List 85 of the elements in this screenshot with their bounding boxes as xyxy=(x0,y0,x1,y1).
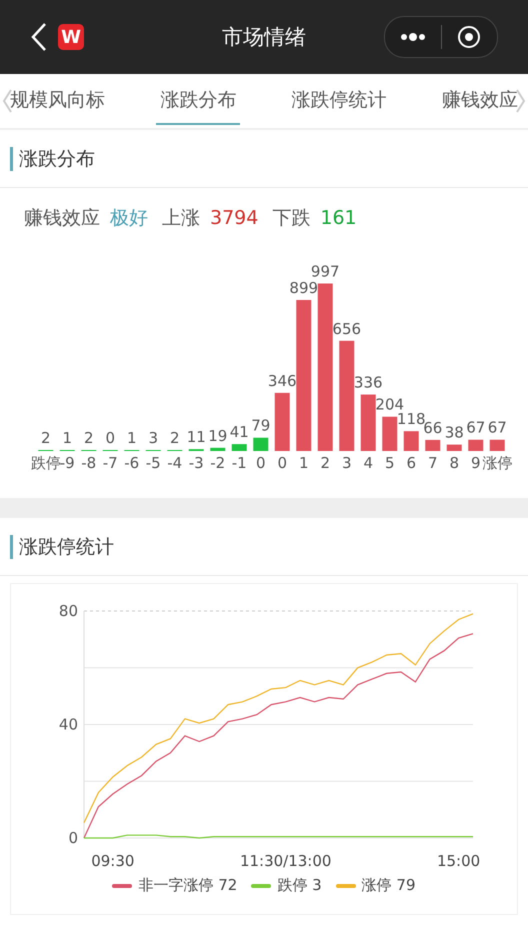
category-label: -6 xyxy=(124,454,140,472)
bar xyxy=(360,394,376,451)
x-tick-label: 15:00 xyxy=(436,852,480,870)
bar xyxy=(210,448,226,451)
category-label: 5 xyxy=(384,454,395,472)
legend-label: 非一字涨停 72 xyxy=(138,876,238,895)
legend-label: 跌停 3 xyxy=(277,876,322,895)
category-label: 8 xyxy=(449,454,460,472)
summary-value: 161 xyxy=(320,207,357,229)
bar-value: 656 xyxy=(332,320,362,338)
category-label: -8 xyxy=(81,454,96,472)
more-icon[interactable] xyxy=(400,32,426,42)
category-label: 0 xyxy=(277,454,288,472)
bar xyxy=(446,444,462,451)
category-label: 涨停 xyxy=(482,454,512,472)
bar-value: 1 xyxy=(62,429,72,447)
legend-swatch xyxy=(336,884,356,888)
bar-value: 997 xyxy=(310,262,340,280)
bar-value: 899 xyxy=(289,278,318,297)
summary-label: 赚钱效应 xyxy=(24,206,100,231)
bar xyxy=(232,444,247,451)
bar-value: 79 xyxy=(251,416,270,435)
tab[interactable]: 规模风向标 xyxy=(6,77,109,125)
category-label: 0 xyxy=(256,454,266,472)
category-label: 1 xyxy=(298,454,309,472)
bar xyxy=(382,416,398,451)
bar-value: 346 xyxy=(268,372,297,390)
bar-value: 3 xyxy=(148,429,158,447)
category-label: 9 xyxy=(470,454,481,472)
bar-value: 41 xyxy=(230,423,249,442)
category-label: -4 xyxy=(167,454,182,472)
category-label: 6 xyxy=(406,454,416,472)
category-label: -3 xyxy=(188,454,204,472)
x-tick-label: 11:30/13:00 xyxy=(240,852,332,870)
section-marker xyxy=(10,534,13,558)
bar-value: 204 xyxy=(375,396,404,414)
bar xyxy=(490,440,505,451)
back-icon[interactable] xyxy=(30,22,48,52)
y-tick-label: 0 xyxy=(68,829,78,847)
legend-swatch xyxy=(112,884,132,888)
summary-label: 上涨 xyxy=(162,206,200,231)
category-label: 2 xyxy=(320,454,330,472)
bar-value: 1 xyxy=(126,429,137,447)
category-label: 3 xyxy=(342,454,352,472)
tab[interactable]: 涨跌停统计 xyxy=(288,77,391,125)
section-title: 涨跌停统计 xyxy=(19,534,114,560)
bar-value: 67 xyxy=(488,418,507,437)
bar-value: 2 xyxy=(40,429,51,447)
bar-value: 66 xyxy=(423,418,442,437)
category-label: 4 xyxy=(363,454,374,472)
bar xyxy=(425,440,440,451)
bar-value: 19 xyxy=(208,426,228,445)
legend-label: 涨停 79 xyxy=(362,876,416,895)
section-marker xyxy=(10,146,13,170)
tab[interactable]: 赚钱效应 xyxy=(438,77,522,125)
legend-swatch xyxy=(251,884,272,888)
page-title: 市场情绪 xyxy=(222,24,306,51)
summary-label: 下跌 xyxy=(272,206,310,231)
y-tick-label: 40 xyxy=(58,716,78,734)
summary-value: 3794 xyxy=(210,207,258,229)
bar-value: 38 xyxy=(444,424,464,442)
category-label: 7 xyxy=(428,454,438,472)
section-title: 涨跌分布 xyxy=(19,146,95,172)
bar-value: 11 xyxy=(186,428,206,446)
bar xyxy=(253,438,268,451)
category-label: -2 xyxy=(210,454,226,472)
close-icon[interactable] xyxy=(457,25,482,49)
app-logo: W xyxy=(58,24,84,50)
bar-value: 2 xyxy=(170,429,180,447)
bar xyxy=(468,440,484,451)
bar xyxy=(404,431,419,451)
category-label: -1 xyxy=(232,454,247,472)
x-tick-label: 09:30 xyxy=(91,852,134,870)
category-label: -9 xyxy=(60,454,75,472)
bar xyxy=(274,392,290,451)
category-label: -5 xyxy=(146,454,161,472)
tab[interactable]: 涨跌分布 xyxy=(156,77,240,125)
y-tick-label: 80 xyxy=(58,602,78,620)
category-label: -7 xyxy=(102,454,118,472)
bar-value: 2 xyxy=(84,429,94,447)
bar-value: 336 xyxy=(354,374,383,392)
bar-value: 67 xyxy=(466,418,486,437)
category-label: 跌停 xyxy=(30,454,61,472)
summary-value: 极好 xyxy=(110,206,148,231)
bar-value: 0 xyxy=(105,429,116,447)
